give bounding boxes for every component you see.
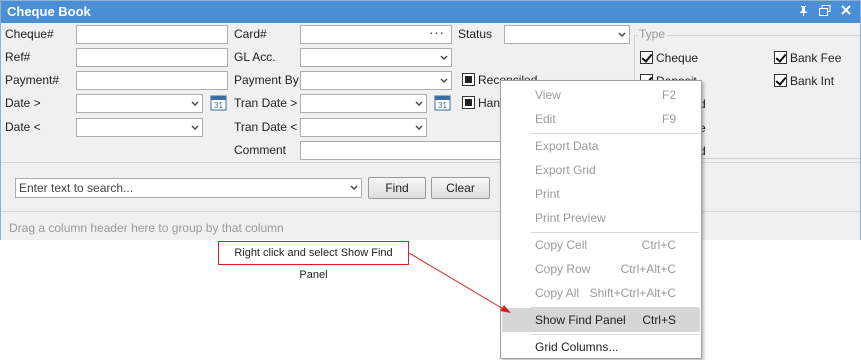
calendar-icon[interactable]: 31 — [210, 94, 227, 111]
cheque-number-input[interactable] — [76, 25, 228, 44]
menu-item-show-find-panel[interactable]: Show Find Panel Ctrl+S — [502, 308, 700, 332]
restore-icon[interactable] — [818, 5, 831, 18]
menu-item-print-preview[interactable]: Print Preview — [502, 206, 700, 230]
menu-item-shortcut: Ctrl+C — [641, 238, 676, 252]
hand-checkbox[interactable] — [462, 96, 475, 109]
gl-account-label: GL Acc. — [234, 50, 276, 64]
find-button[interactable]: Find — [368, 177, 426, 199]
window-titlebar: Cheque Book — [1, 1, 860, 23]
gl-account-dropdown[interactable] — [300, 48, 452, 67]
menu-item-grid-columns[interactable]: Grid Columns... — [502, 335, 700, 359]
close-icon[interactable] — [839, 5, 852, 18]
group-by-hint: Drag a column header here to group by th… — [9, 221, 284, 235]
type-bank-int-checkbox[interactable] — [774, 74, 787, 87]
payment-number-label: Payment# — [5, 73, 60, 87]
menu-item-view[interactable]: View F2 — [502, 83, 700, 107]
search-input[interactable]: Enter text to search... — [15, 178, 362, 198]
cheque-number-label: Cheque# — [5, 27, 54, 41]
menu-item-label: Grid Columns... — [535, 340, 619, 354]
menu-item-copy-all[interactable]: Copy All Shift+Ctrl+Alt+C — [502, 281, 700, 305]
type-group-legend: Type — [637, 27, 668, 41]
payment-by-label: Payment By — [234, 73, 299, 87]
menu-item-label: Edit — [535, 112, 556, 126]
menu-item-shortcut: Ctrl+S — [642, 313, 676, 327]
type-bank-int-label: Bank Int — [790, 74, 835, 88]
status-label: Status — [458, 27, 493, 41]
type-bank-fee-label: Bank Fee — [790, 51, 842, 65]
date-to-dropdown[interactable] — [76, 118, 203, 137]
tran-date-from-dropdown[interactable] — [300, 94, 427, 113]
ref-number-input[interactable] — [76, 48, 228, 67]
menu-item-shortcut: F2 — [661, 88, 676, 102]
menu-item-shortcut: Ctrl+Alt+C — [620, 262, 676, 276]
menu-item-label: Copy Cell — [535, 238, 588, 252]
menu-item-print[interactable]: Print — [502, 182, 700, 206]
ellipsis-icon[interactable]: ··· — [429, 25, 445, 40]
menu-item-label: Show Find Panel — [535, 313, 626, 327]
tran-date-from-label: Tran Date > — [234, 96, 298, 110]
search-placeholder: Enter text to search... — [19, 181, 134, 195]
menu-item-label: View — [535, 88, 561, 102]
menu-item-label: Print Preview — [535, 211, 606, 225]
status-dropdown[interactable] — [504, 25, 630, 44]
menu-item-label: Print — [535, 187, 560, 201]
svg-text:31: 31 — [438, 101, 447, 110]
type-cheque-label: Cheque — [656, 51, 699, 65]
menu-item-copy-cell[interactable]: Copy Cell Ctrl+C — [502, 233, 700, 257]
menu-item-label: Copy Row — [535, 262, 591, 276]
svg-text:31: 31 — [214, 101, 223, 110]
pin-icon[interactable] — [797, 5, 810, 18]
chevron-down-icon — [191, 100, 199, 108]
comment-input[interactable] — [300, 141, 502, 160]
annotation-callout: Right click and select Show Find Panel — [218, 241, 409, 281]
chevron-down-icon — [191, 124, 199, 132]
clear-button[interactable]: Clear — [431, 177, 490, 199]
type-cheque-checkbox[interactable] — [640, 51, 653, 64]
payment-by-dropdown[interactable] — [300, 71, 452, 90]
menu-item-export-grid[interactable]: Export Grid — [502, 158, 700, 182]
chevron-down-icon — [440, 77, 448, 85]
date-from-label: Date > — [5, 96, 41, 110]
group-by-panel[interactable]: Drag a column header here to group by th… — [1, 211, 860, 240]
menu-item-export-data[interactable]: Export Data — [502, 134, 700, 158]
menu-item-label: Export Data — [535, 139, 599, 153]
context-menu: View F2 Edit F9 Export Data Export Grid Pr… — [500, 80, 702, 359]
menu-item-shortcut: Shift+Ctrl+Alt+C — [589, 286, 676, 300]
type-bank-fee-checkbox[interactable] — [774, 51, 787, 64]
tran-date-to-dropdown[interactable] — [300, 118, 427, 137]
cheque-book-window: Cheque Book Cheque# Ref# Payment# Date >… — [0, 0, 861, 240]
window-title: Cheque Book — [7, 4, 91, 19]
chevron-down-icon — [618, 31, 626, 39]
comment-label: Comment — [234, 143, 287, 157]
menu-item-copy-row[interactable]: Copy Row Ctrl+Alt+C — [502, 257, 700, 281]
menu-item-edit[interactable]: Edit F9 — [502, 107, 700, 131]
chevron-down-icon — [415, 100, 423, 108]
chevron-down-icon — [350, 184, 358, 192]
find-panel: Enter text to search... Find Clear — [1, 162, 860, 210]
card-number-label: Card# — [234, 27, 267, 41]
menu-item-label: Copy All — [535, 286, 580, 300]
card-number-input[interactable]: ··· — [300, 25, 452, 44]
menu-item-shortcut: F9 — [661, 112, 676, 126]
ref-number-label: Ref# — [5, 50, 31, 64]
date-from-dropdown[interactable] — [76, 94, 203, 113]
tran-date-to-label: Tran Date < — [234, 120, 298, 134]
menu-item-label: Export Grid — [535, 163, 596, 177]
chevron-down-icon — [415, 124, 423, 132]
payment-number-input[interactable] — [76, 71, 228, 90]
chevron-down-icon — [440, 54, 448, 62]
reconciled-checkbox[interactable] — [462, 73, 475, 86]
date-to-label: Date < — [5, 120, 41, 134]
calendar-icon[interactable]: 31 — [434, 94, 451, 111]
